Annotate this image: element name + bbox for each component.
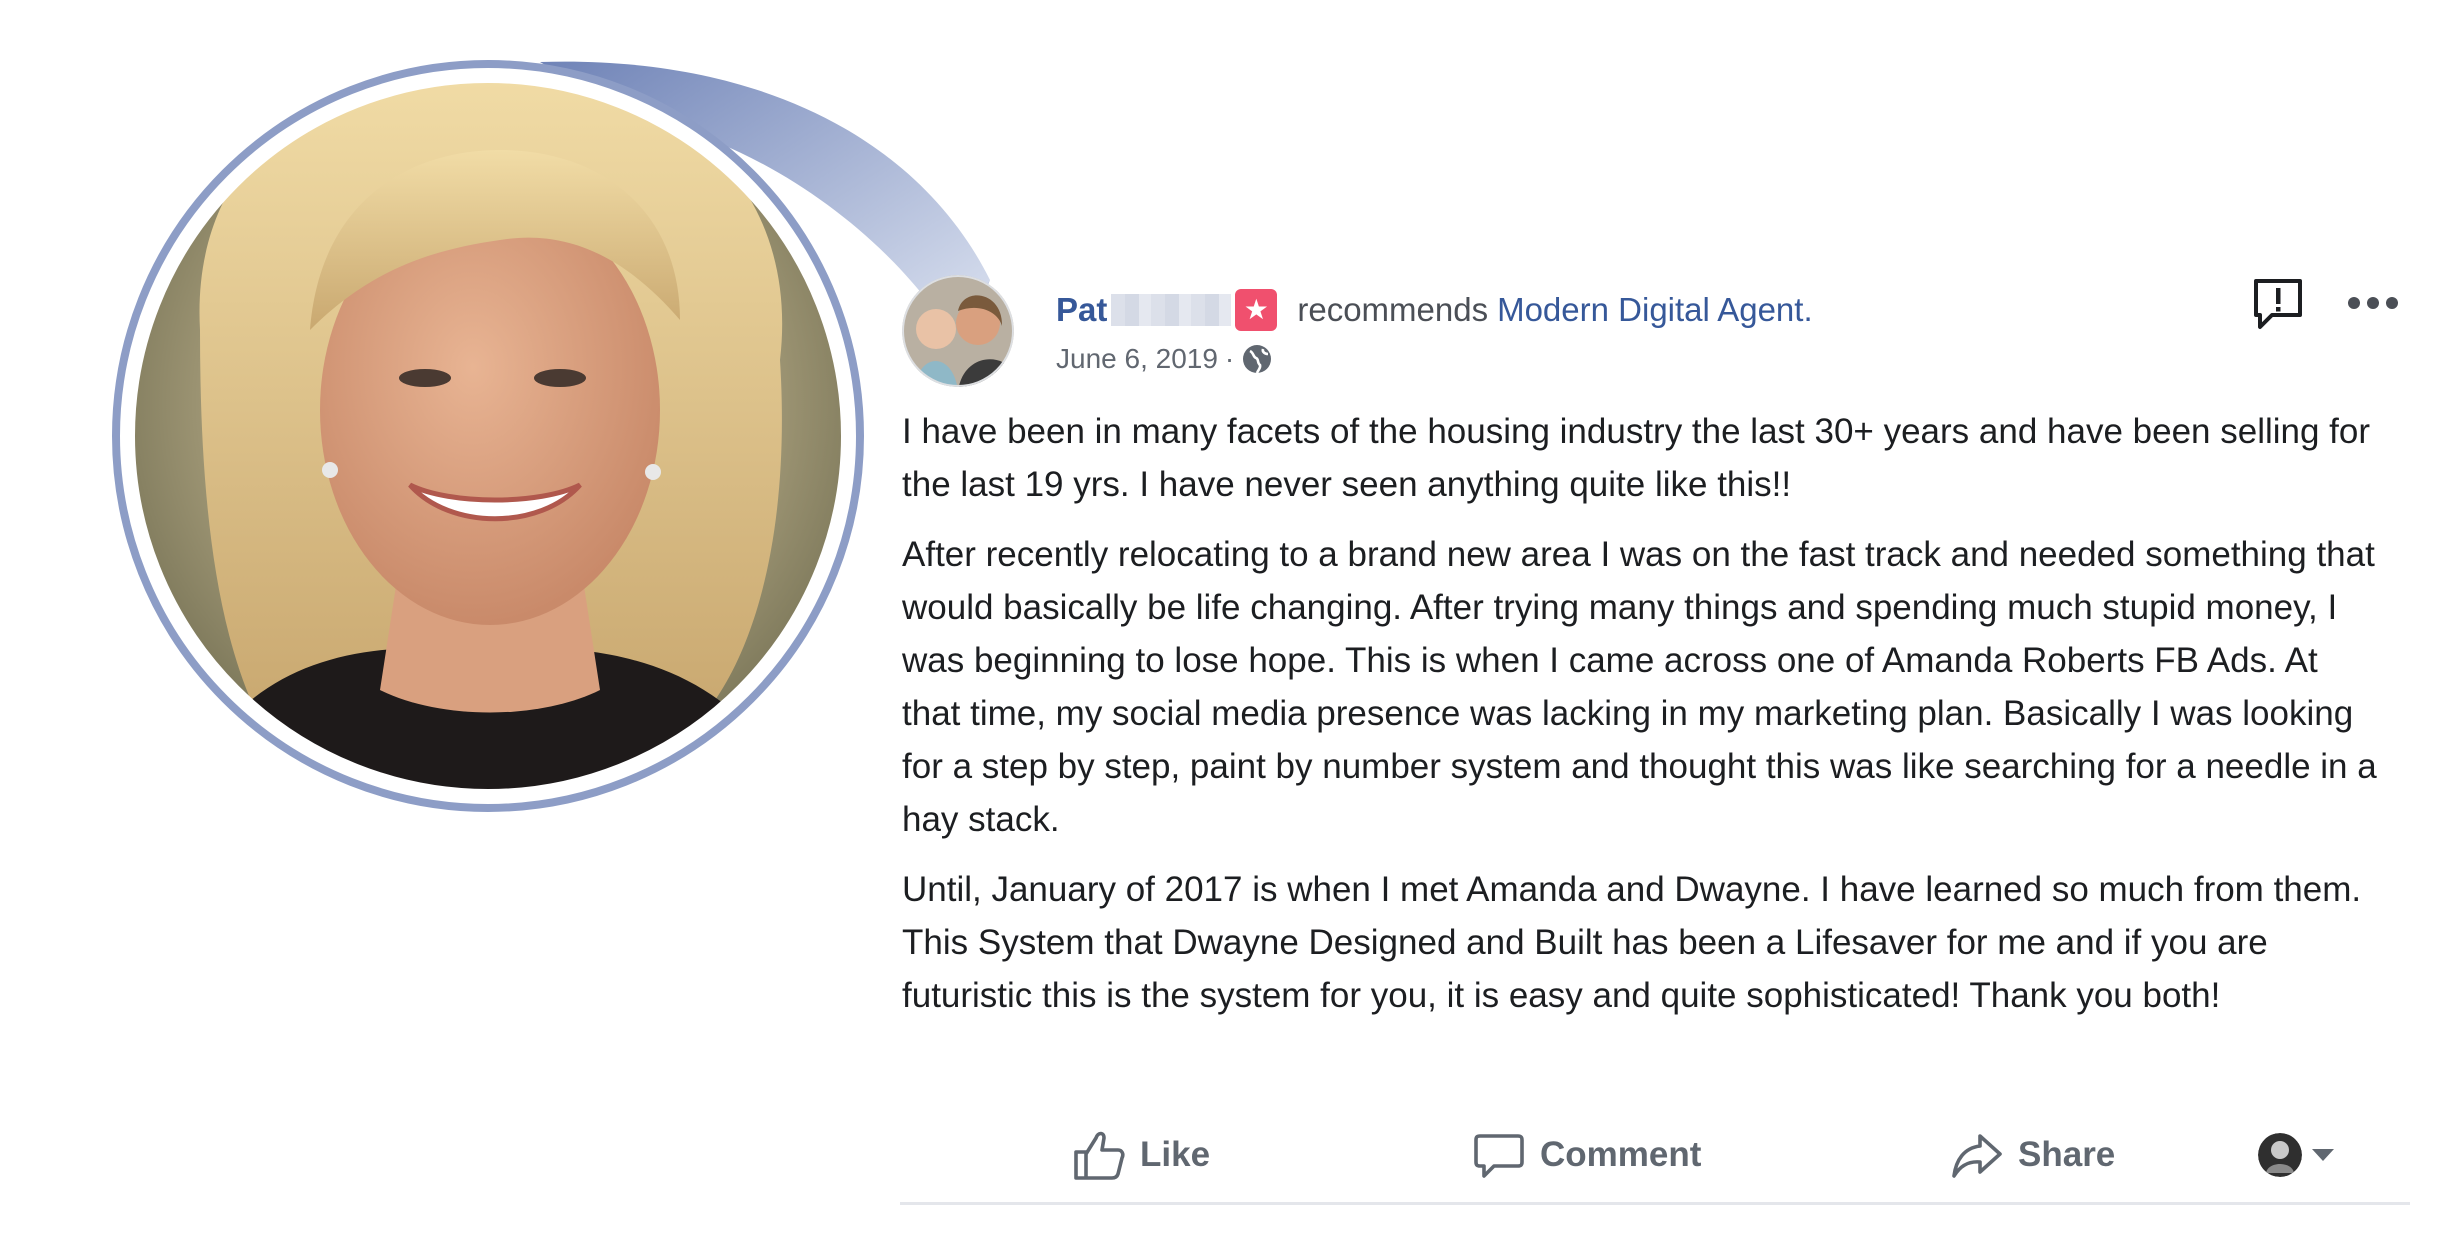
share-button[interactable]: Share xyxy=(1950,1125,2115,1185)
comment-label: Comment xyxy=(1540,1135,1702,1174)
post-paragraph: Until, January of 2017 is when I met Ama… xyxy=(902,870,2362,1015)
thumbs-up-icon xyxy=(1074,1131,1125,1180)
post-date[interactable]: June 6, 2019 xyxy=(1056,343,1218,375)
post-paragraph: I have been in many facets of the housin… xyxy=(902,412,2371,504)
post-header-actions xyxy=(2250,275,2400,331)
viewer-avatar-image xyxy=(2258,1133,2302,1177)
recommendation-post: Pat ★ recommends Modern Digital Agent. J… xyxy=(900,255,2410,1210)
author-avatar[interactable] xyxy=(902,275,1014,387)
post-paragraph: After recently relocating to a brand new… xyxy=(902,535,2377,839)
more-options-icon[interactable] xyxy=(2346,293,2400,313)
comment-button[interactable]: Comment xyxy=(1472,1125,1701,1185)
post-action-bar: Like Comment Share xyxy=(900,1115,2410,1205)
recommends-label: recommends xyxy=(1297,291,1489,328)
like-button[interactable]: Like xyxy=(1072,1125,1210,1185)
globe-icon[interactable] xyxy=(1241,343,1273,375)
divider xyxy=(900,1202,2410,1205)
author-name[interactable]: Pat xyxy=(1056,291,1107,329)
share-label: Share xyxy=(2018,1135,2116,1174)
share-arrow-icon xyxy=(1952,1134,2002,1178)
reaction-as-selector[interactable] xyxy=(2258,1125,2334,1185)
chevron-down-icon xyxy=(2312,1149,2334,1161)
comment-icon xyxy=(1474,1134,1524,1178)
star-badge-icon: ★ xyxy=(1235,289,1278,331)
redacted-name xyxy=(1111,294,1232,326)
author-line: Pat ★ recommends Modern Digital Agent. xyxy=(1056,285,1813,335)
post-body: I have been in many facets of the housin… xyxy=(902,405,2382,1039)
report-icon[interactable] xyxy=(2250,275,2306,331)
meta-separator: · xyxy=(1224,343,1235,374)
viewer-avatar xyxy=(2258,1133,2302,1177)
like-label: Like xyxy=(1140,1135,1211,1174)
post-meta: June 6, 2019 · xyxy=(1056,343,1273,375)
post-header: Pat ★ recommends Modern Digital Agent. J… xyxy=(900,265,2410,387)
page-name-link[interactable]: Modern Digital Agent. xyxy=(1497,291,1813,329)
author-avatar-image xyxy=(902,275,1014,387)
